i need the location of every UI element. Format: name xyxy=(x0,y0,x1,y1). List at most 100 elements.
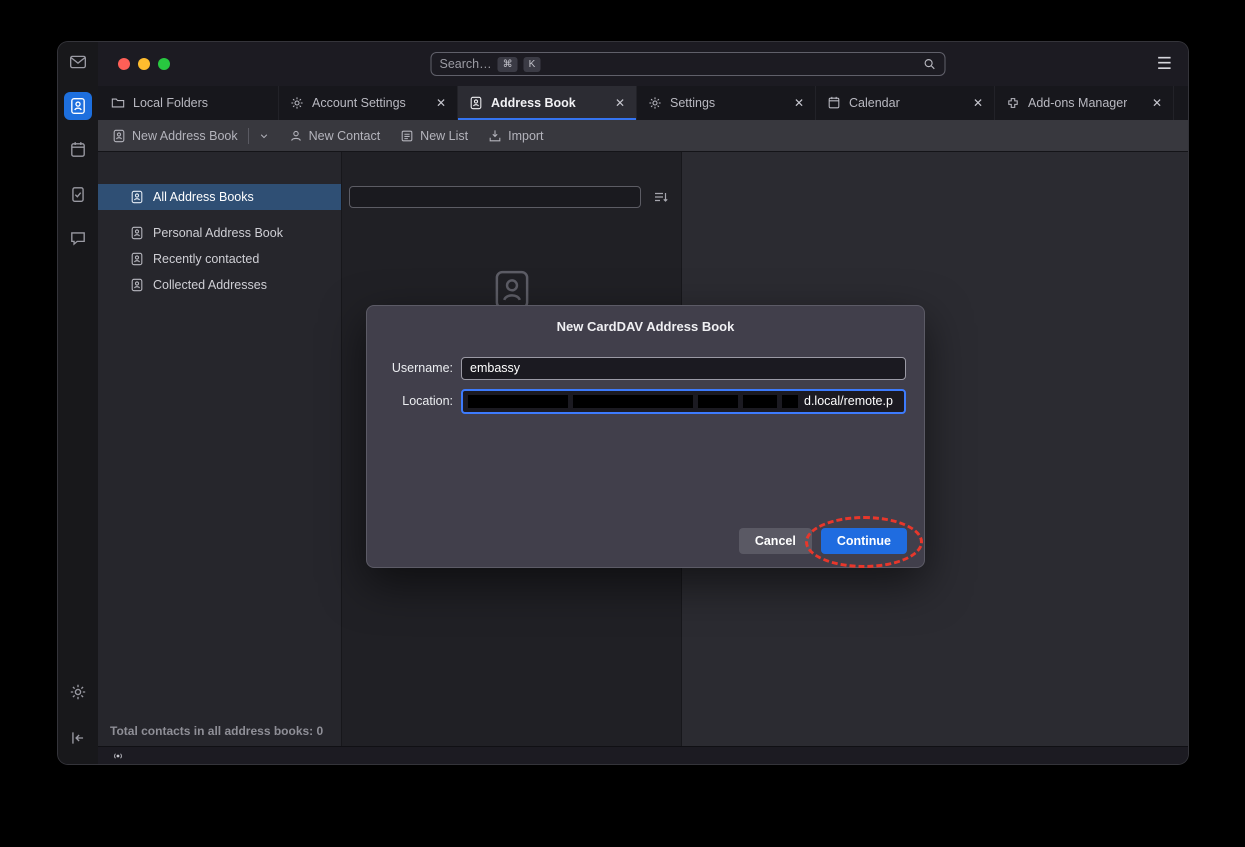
display-options-icon[interactable] xyxy=(653,189,669,205)
new-contact-button[interactable]: New Contact xyxy=(289,129,381,143)
button-divider xyxy=(248,128,249,144)
contacts-search-row xyxy=(342,186,681,208)
redaction-bar xyxy=(573,395,693,408)
tab-close-button[interactable]: ✕ xyxy=(615,96,625,110)
import-icon xyxy=(488,129,502,143)
address-book-icon xyxy=(69,97,87,115)
tab-close-button[interactable]: ✕ xyxy=(794,96,804,110)
gear-icon xyxy=(69,683,87,701)
new-list-label: New List xyxy=(420,129,468,143)
tab-label: Address Book xyxy=(491,96,576,110)
contacts-count-status: Total contacts in all address books: 0 xyxy=(98,716,341,746)
address-book-icon xyxy=(130,252,144,266)
desktop-background: Search… ⌘ K ☰ Local Folders xyxy=(0,0,1245,847)
address-book-item-label: Collected Addresses xyxy=(153,278,267,292)
address-book-item-label: All Address Books xyxy=(153,190,254,204)
redaction-bar xyxy=(782,395,798,408)
continue-button[interactable]: Continue xyxy=(821,528,907,554)
tab-settings[interactable]: Settings ✕ xyxy=(637,86,816,120)
import-button[interactable]: Import xyxy=(488,129,543,143)
rail-collapse-button[interactable] xyxy=(64,724,92,752)
calendar-icon xyxy=(69,141,87,159)
import-label: Import xyxy=(508,129,543,143)
location-label: Location: xyxy=(381,394,453,408)
k-key-badge: K xyxy=(524,57,541,72)
spaces-toolbar xyxy=(58,42,98,764)
address-book-item-recent[interactable]: Recently contacted xyxy=(98,246,341,272)
calendar-icon xyxy=(827,96,841,110)
collapse-left-icon xyxy=(69,729,87,747)
close-window-button[interactable] xyxy=(118,58,130,70)
cancel-button[interactable]: Cancel xyxy=(739,528,812,554)
space-address-book-button[interactable] xyxy=(64,92,92,120)
person-icon xyxy=(289,129,303,143)
location-visible-text: d.local/remote.p xyxy=(804,394,893,408)
tasks-icon xyxy=(69,185,87,203)
mail-icon xyxy=(69,53,87,71)
tab-label: Calendar xyxy=(849,96,900,110)
minimize-window-button[interactable] xyxy=(138,58,150,70)
address-book-item-personal[interactable]: Personal Address Book xyxy=(98,220,341,246)
tab-calendar[interactable]: Calendar ✕ xyxy=(816,86,995,120)
space-tasks-button[interactable] xyxy=(64,180,92,208)
folder-icon xyxy=(111,96,125,110)
tab-label: Add-ons Manager xyxy=(1028,96,1127,110)
rail-bottom-group xyxy=(64,678,92,764)
status-bar xyxy=(98,746,1188,764)
address-book-item-label: Recently contacted xyxy=(153,252,259,266)
tab-address-book[interactable]: Address Book ✕ xyxy=(458,86,637,120)
username-field[interactable] xyxy=(461,357,906,380)
new-carddav-dialog: New CardDAV Address Book Username: Locat… xyxy=(366,305,925,568)
username-row: Username: xyxy=(381,356,906,380)
address-book-item-all[interactable]: All Address Books xyxy=(98,184,341,210)
address-book-item-collected[interactable]: Collected Addresses xyxy=(98,272,341,298)
tab-close-button[interactable]: ✕ xyxy=(973,96,983,110)
location-row: Location: d.local/remote.p xyxy=(381,389,906,413)
space-calendar-button[interactable] xyxy=(64,136,92,164)
address-book-item-label: Personal Address Book xyxy=(153,226,283,240)
redaction-bar xyxy=(698,395,738,408)
tab-addons-manager[interactable]: Add-ons Manager ✕ xyxy=(995,86,1174,120)
new-address-book-button[interactable]: New Address Book xyxy=(112,128,269,144)
address-book-icon xyxy=(112,129,126,143)
dialog-buttons: Cancel Continue xyxy=(739,528,907,554)
contacts-search-input[interactable] xyxy=(349,186,641,208)
tab-bar: Local Folders Account Settings ✕ Address… xyxy=(98,86,1188,120)
rail-settings-button[interactable] xyxy=(64,678,92,706)
username-label: Username: xyxy=(381,361,453,375)
chat-icon xyxy=(69,229,87,247)
redaction-bar xyxy=(743,395,777,408)
puzzle-icon xyxy=(1006,96,1020,110)
new-contact-label: New Contact xyxy=(309,129,381,143)
gear-icon xyxy=(648,96,662,110)
list-icon xyxy=(400,129,414,143)
cmd-key-badge: ⌘ xyxy=(498,57,518,72)
chevron-down-icon[interactable] xyxy=(259,131,269,141)
tab-label: Local Folders xyxy=(133,96,208,110)
tab-label: Settings xyxy=(670,96,715,110)
new-list-button[interactable]: New List xyxy=(400,129,468,143)
global-search-bar[interactable]: Search… ⌘ K xyxy=(431,52,946,76)
redaction-bar xyxy=(468,395,568,408)
address-book-toolbar: New Address Book New Contact xyxy=(98,120,1188,152)
space-mail-button[interactable] xyxy=(64,48,92,76)
address-book-icon xyxy=(130,226,144,240)
search-icon xyxy=(923,57,937,71)
tab-account-settings[interactable]: Account Settings ✕ xyxy=(279,86,458,120)
address-books-panel: All Address Books Personal Address Book … xyxy=(98,152,342,746)
new-address-book-label: New Address Book xyxy=(132,129,238,143)
location-field[interactable]: d.local/remote.p xyxy=(461,389,906,414)
address-book-icon xyxy=(469,96,483,110)
network-status-icon xyxy=(110,750,126,762)
app-menu-button[interactable]: ☰ xyxy=(1157,54,1172,74)
address-book-icon xyxy=(130,278,144,292)
dialog-title: New CardDAV Address Book xyxy=(367,319,924,334)
space-chat-button[interactable] xyxy=(64,224,92,252)
tab-local-folders[interactable]: Local Folders xyxy=(100,86,279,120)
gear-icon xyxy=(290,96,304,110)
tab-close-button[interactable]: ✕ xyxy=(436,96,446,110)
zoom-window-button[interactable] xyxy=(158,58,170,70)
address-book-icon xyxy=(130,190,144,204)
tab-close-button[interactable]: ✕ xyxy=(1152,96,1162,110)
search-placeholder-text: Search… xyxy=(440,57,492,71)
